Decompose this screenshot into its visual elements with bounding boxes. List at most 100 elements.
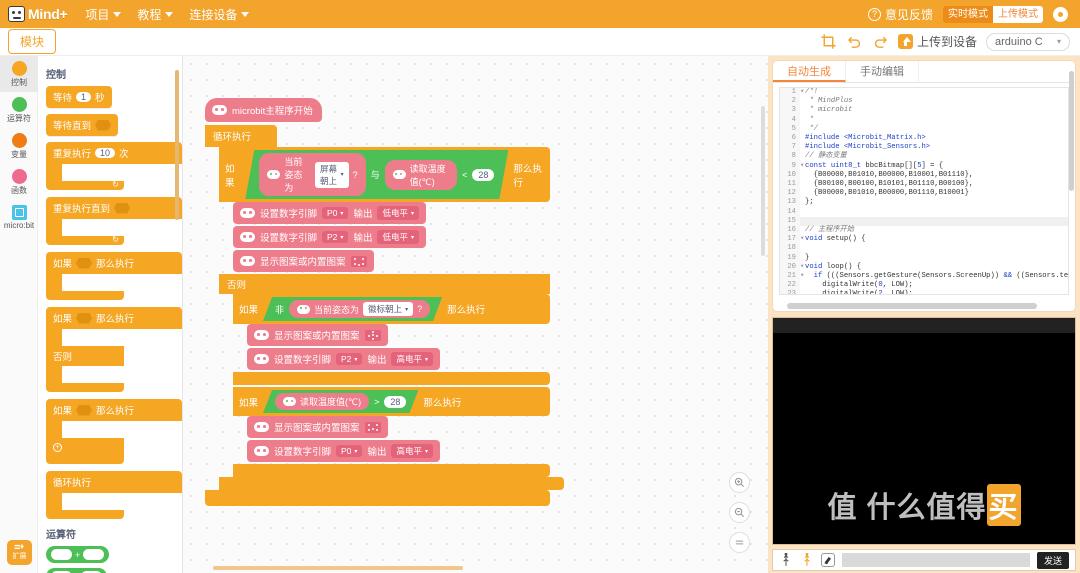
palette-block-add[interactable]: + xyxy=(46,546,110,563)
palette-block-if-else[interactable]: 如果 那么执行 否则 xyxy=(46,307,182,392)
sidebar-item-operators[interactable]: 运算符 xyxy=(0,92,38,128)
microbit-face-icon xyxy=(240,208,255,218)
gesture-dropdown[interactable]: 徽标朝上 ▾ xyxy=(363,302,413,316)
usb-connected-icon[interactable] xyxy=(800,553,814,567)
if-block-3[interactable]: 如果 读取温度值(℃) > 28 那么执行 显示图案或内置图案 设置数字引脚 P… xyxy=(233,387,550,477)
block-palette[interactable]: 控制 等待 1 秒 等待直到 重复执行 10 次 ↻ 重复执行直到 ↻ 如果 那… xyxy=(38,56,183,573)
operand-slot-left[interactable] xyxy=(51,549,72,560)
pin-dropdown[interactable]: P2 ▾ xyxy=(322,231,349,243)
repeat-value[interactable]: 10 xyxy=(95,148,116,158)
palette-block-repeat-until[interactable]: 重复执行直到 ↻ xyxy=(46,197,182,245)
if-block-2[interactable]: 如果 非 当前姿态为 徽标朝上 ▾ ? 那么执行 显示图案或内置图案 设置数字引… xyxy=(233,294,550,385)
menu-item-project[interactable]: 项目 xyxy=(85,6,122,23)
menu-item-connect-device[interactable]: 连接设备 xyxy=(189,6,250,23)
zoom-in-icon[interactable] xyxy=(729,472,750,493)
menu-item-tutorial[interactable]: 教程 xyxy=(137,6,174,23)
gesture-reporter[interactable]: 当前姿态为 屏幕朝上 ▾ ? xyxy=(259,153,365,196)
pin-dropdown[interactable]: P2 ▾ xyxy=(336,353,363,365)
level-dropdown[interactable]: 低电平 ▾ xyxy=(377,206,419,220)
set-digital-pin-block[interactable]: 设置数字引脚 P2 ▾ 输出 高电平 ▾ xyxy=(247,348,440,370)
led-matrix-icon[interactable] xyxy=(350,255,367,267)
show-pattern-block[interactable]: 显示图案或内置图案 xyxy=(247,324,388,346)
if-expand-plus-row[interactable]: + xyxy=(46,438,124,455)
boolean-slot-icon[interactable] xyxy=(76,404,93,416)
mode-upload[interactable]: 上传模式 xyxy=(993,5,1043,23)
module-tab[interactable]: 模块 xyxy=(8,29,57,54)
level-value: 高电平 xyxy=(396,354,422,364)
show-pattern-block[interactable]: 显示图案或内置图案 xyxy=(233,250,374,272)
operand-slot-right[interactable] xyxy=(83,549,105,560)
category-label-microbit: micro:bit xyxy=(3,221,35,230)
redo-icon[interactable] xyxy=(872,33,889,50)
if-else-footer xyxy=(46,383,124,392)
extension-button[interactable]: 扩展 xyxy=(7,540,32,565)
workspace-horizontal-scrollbar[interactable] xyxy=(213,566,463,570)
sidebar-item-microbit[interactable]: micro:bit xyxy=(0,200,38,234)
workspace-vertical-scrollbar[interactable] xyxy=(761,106,765,256)
led-matrix-icon[interactable] xyxy=(364,421,381,433)
compare-operand[interactable]: 28 xyxy=(384,396,406,408)
tab-auto-generate[interactable]: 自动生成 xyxy=(773,61,846,82)
palette-block-repeat[interactable]: 重复执行 10 次 ↻ xyxy=(46,142,182,190)
boolean-slot-icon[interactable] xyxy=(76,312,93,324)
line-number: 5 xyxy=(780,124,800,135)
question-icon: ? xyxy=(867,7,881,21)
palette-block-wait-until[interactable]: 等待直到 xyxy=(46,114,119,136)
tab-manual-edit[interactable]: 手动编辑 xyxy=(846,61,919,82)
send-button[interactable]: 发送 xyxy=(1036,551,1069,569)
mode-realtime[interactable]: 实时模式 xyxy=(943,5,993,23)
palette-block-forever[interactable]: 循环执行 xyxy=(46,471,182,519)
if3-condition[interactable]: 读取温度值(℃) > 28 xyxy=(263,390,418,413)
sidebar-item-variables[interactable]: 变量 xyxy=(0,128,38,164)
plus-icon[interactable]: + xyxy=(53,443,62,452)
upload-to-device-button[interactable]: 上传到设备 xyxy=(897,33,977,50)
palette-block-subtract[interactable]: - xyxy=(46,568,107,573)
temperature-reporter[interactable]: 读取温度值(℃) xyxy=(275,393,369,410)
code-horizontal-scrollbar[interactable] xyxy=(787,303,1037,309)
set-digital-pin-block[interactable]: 设置数字引脚 P2 ▾ 输出 低电平 ▾ xyxy=(233,226,426,248)
if1-condition[interactable]: 当前姿态为 屏幕朝上 ▾ ? 与 读取温度值(℃) < 28 xyxy=(245,150,508,199)
board-select[interactable]: arduino C ▾ xyxy=(986,32,1070,51)
hat-block-program-start[interactable]: microbit主程序开始 xyxy=(205,98,322,122)
clear-icon[interactable] xyxy=(821,553,835,567)
block-workspace[interactable]: microbit主程序开始 循环执行 如果 当前姿态为 屏幕朝上 ▾ ? 与 读… xyxy=(183,56,768,573)
show-pattern-block[interactable]: 显示图案或内置图案 xyxy=(247,416,388,438)
undo-icon[interactable] xyxy=(846,33,863,50)
set-digital-pin-block[interactable]: 设置数字引脚 P0 ▾ 输出 高电平 ▾ xyxy=(247,440,440,462)
feedback-button[interactable]: ? 意见反馈 xyxy=(867,6,933,23)
palette-scrollbar[interactable] xyxy=(175,70,179,220)
zoom-out-icon[interactable] xyxy=(729,502,750,523)
sidebar-item-functions[interactable]: 函数 xyxy=(0,164,38,200)
crop-icon[interactable] xyxy=(820,33,837,50)
level-dropdown[interactable]: 高电平 ▾ xyxy=(391,352,433,366)
level-dropdown[interactable]: 低电平 ▾ xyxy=(377,230,419,244)
pin-dropdown[interactable]: P0 ▾ xyxy=(336,445,363,457)
boolean-slot-icon[interactable] xyxy=(76,257,93,269)
temperature-reporter[interactable]: 读取温度值(℃) xyxy=(385,160,457,190)
gesture-reporter[interactable]: 当前姿态为 徽标朝上 ▾ ? xyxy=(289,300,430,318)
forever-block[interactable]: 循环执行 如果 当前姿态为 屏幕朝上 ▾ ? 与 读取温度值(℃) < 28 那… xyxy=(205,125,564,506)
level-dropdown[interactable]: 高电平 ▾ xyxy=(391,444,433,458)
gesture-dropdown[interactable]: 屏幕朝上 ▾ xyxy=(315,162,349,188)
palette-block-wait[interactable]: 等待 1 秒 xyxy=(46,86,112,108)
boolean-slot-icon[interactable] xyxy=(95,119,112,131)
usb-icon[interactable] xyxy=(779,553,793,567)
set-digital-pin-block[interactable]: 设置数字引脚 P0 ▾ 输出 低电平 ▾ xyxy=(233,202,426,224)
palette-block-if-expandable[interactable]: 如果 那么执行 + xyxy=(46,399,182,464)
code-vertical-scrollbar[interactable] xyxy=(1069,71,1074,191)
zoom-reset-icon[interactable] xyxy=(729,532,750,553)
pin-dropdown[interactable]: P0 ▾ xyxy=(322,207,349,219)
boolean-slot-icon[interactable] xyxy=(114,202,131,214)
if-else-block-1[interactable]: 如果 当前姿态为 屏幕朝上 ▾ ? 与 读取温度值(℃) < 28 那么执行 设… xyxy=(219,147,564,490)
mode-toggle[interactable]: 实时模式 上传模式 xyxy=(943,5,1043,23)
compare-operand[interactable]: 28 xyxy=(472,169,494,181)
palette-block-if[interactable]: 如果 那么执行 xyxy=(46,252,182,300)
led-matrix-icon[interactable] xyxy=(364,329,381,341)
gear-icon[interactable] xyxy=(1053,6,1068,22)
serial-send-input[interactable] xyxy=(842,553,1030,567)
code-editor[interactable]: 1 ▾/*! 2 * MindPlus 3 * microbit 4 * 5 */6 #in… xyxy=(779,87,1069,295)
sidebar-item-control[interactable]: 控制 xyxy=(0,56,38,92)
code-line: 2 * MindPlus xyxy=(780,97,1068,107)
wait-value[interactable]: 1 xyxy=(76,92,92,102)
if2-condition-not[interactable]: 非 当前姿态为 徽标朝上 ▾ ? xyxy=(263,297,442,321)
